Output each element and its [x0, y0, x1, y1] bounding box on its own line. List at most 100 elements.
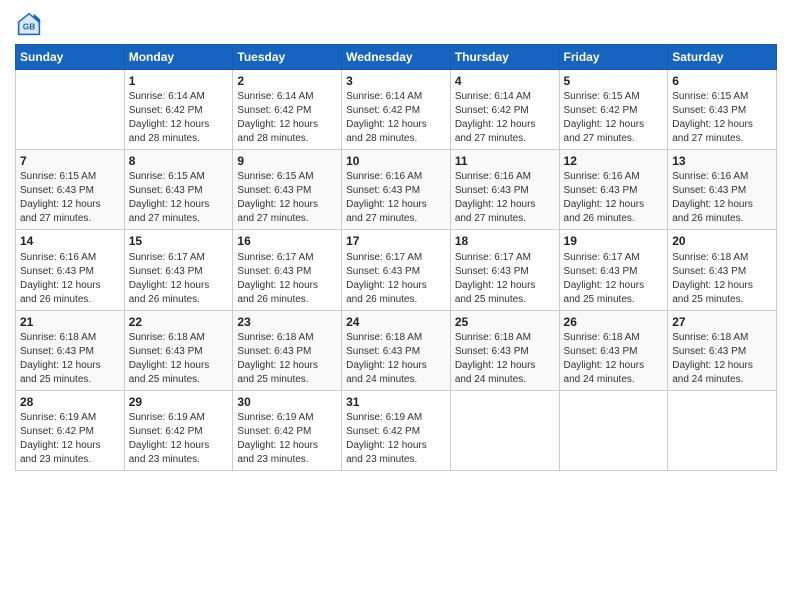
day-info: Sunrise: 6:18 AM Sunset: 6:43 PM Dayligh… — [20, 331, 120, 387]
day-info: Sunrise: 6:18 AM Sunset: 6:43 PM Dayligh… — [564, 331, 664, 387]
calendar-cell: 16 Sunrise: 6:17 AM Sunset: 6:43 PM Dayli… — [233, 230, 342, 310]
calendar-cell: 5Sunrise: 6:15 AM Sunset: 6:42 PM Daylig… — [559, 70, 668, 150]
calendar-cell: 10Sunrise: 6:16 AM Sunset: 6:43 PM Dayli… — [342, 150, 451, 230]
calendar-cell: 1Sunrise: 6:14 AM Sunset: 6:42 PM Daylig… — [124, 70, 233, 150]
calendar-cell: 9Sunrise: 6:15 AM Sunset: 6:43 PM Daylig… — [233, 150, 342, 230]
calendar-body: 1Sunrise: 6:14 AM Sunset: 6:42 PM Daylig… — [16, 70, 777, 471]
day-info: Sunrise: 6:18 AM Sunset: 6:43 PM Dayligh… — [129, 331, 229, 387]
day-info: Sunrise: 6:19 AM Sunset: 6:42 PM Dayligh… — [346, 411, 446, 467]
calendar-cell: 11Sunrise: 6:16 AM Sunset: 6:43 PM Dayli… — [450, 150, 559, 230]
week-row-4: 28Sunrise: 6:19 AM Sunset: 6:42 PM Dayli… — [16, 390, 777, 470]
header-cell-sunday: Sunday — [16, 45, 125, 70]
calendar-cell: 26Sunrise: 6:18 AM Sunset: 6:43 PM Dayli… — [559, 310, 668, 390]
day-number: 26 — [564, 314, 664, 330]
day-info: Sunrise: 6:14 AM Sunset: 6:42 PM Dayligh… — [129, 90, 229, 146]
day-info: Sunrise: 6:16 AM Sunset: 6:43 PM Dayligh… — [672, 170, 772, 226]
day-info: Sunrise: 6:14 AM Sunset: 6:42 PM Dayligh… — [237, 90, 337, 146]
day-number: 3 — [346, 73, 446, 89]
day-info: Sunrise: 6:17 AM Sunset: 6:43 PM Dayligh… — [129, 251, 229, 307]
header-row: SundayMondayTuesdayWednesdayThursdayFrid… — [16, 45, 777, 70]
day-number: 11 — [455, 153, 555, 169]
calendar-cell: 22Sunrise: 6:18 AM Sunset: 6:43 PM Dayli… — [124, 310, 233, 390]
day-number: 2 — [237, 73, 337, 89]
day-number: 8 — [129, 153, 229, 169]
svg-text:GB: GB — [23, 22, 36, 32]
calendar-table: SundayMondayTuesdayWednesdayThursdayFrid… — [15, 44, 777, 471]
day-info: Sunrise: 6:15 AM Sunset: 6:43 PM Dayligh… — [237, 170, 337, 226]
day-number: 7 — [20, 153, 120, 169]
day-info: Sunrise: 6:17 AM Sunset: 6:43 PM Dayligh… — [237, 251, 337, 307]
calendar-cell: 2Sunrise: 6:14 AM Sunset: 6:42 PM Daylig… — [233, 70, 342, 150]
calendar-cell — [559, 390, 668, 470]
header-cell-friday: Friday — [559, 45, 668, 70]
page: GB SundayMondayTuesdayWednesdayThursdayF… — [0, 0, 792, 612]
calendar-cell: 18 Sunrise: 6:17 AM Sunset: 6:43 PM Dayli… — [450, 230, 559, 310]
calendar-cell: 6Sunrise: 6:15 AM Sunset: 6:43 PM Daylig… — [668, 70, 777, 150]
day-info: Sunrise: 6:15 AM Sunset: 6:43 PM Dayligh… — [129, 170, 229, 226]
header-cell-wednesday: Wednesday — [342, 45, 451, 70]
day-info: Sunrise: 6:14 AM Sunset: 6:42 PM Dayligh… — [346, 90, 446, 146]
calendar-cell: 25Sunrise: 6:18 AM Sunset: 6:43 PM Dayli… — [450, 310, 559, 390]
day-info: Sunrise: 6:17 AM Sunset: 6:43 PM Dayligh… — [346, 251, 446, 307]
calendar-cell: 21Sunrise: 6:18 AM Sunset: 6:43 PM Dayli… — [16, 310, 125, 390]
calendar-cell: 19Sunrise: 6:17 AM Sunset: 6:43 PM Dayli… — [559, 230, 668, 310]
day-number: 5 — [564, 73, 664, 89]
calendar-cell — [16, 70, 125, 150]
day-number: 6 — [672, 73, 772, 89]
header-cell-monday: Monday — [124, 45, 233, 70]
day-info: Sunrise: 6:15 AM Sunset: 6:43 PM Dayligh… — [20, 170, 120, 226]
logo: GB — [15, 10, 47, 38]
day-number: 16 — [237, 233, 337, 249]
day-info: Sunrise: 6:19 AM Sunset: 6:42 PM Dayligh… — [237, 411, 337, 467]
day-info: Sunrise: 6:15 AM Sunset: 6:43 PM Dayligh… — [672, 90, 772, 146]
day-info: Sunrise: 6:19 AM Sunset: 6:42 PM Dayligh… — [20, 411, 120, 467]
calendar-cell: 3Sunrise: 6:14 AM Sunset: 6:42 PM Daylig… — [342, 70, 451, 150]
header: GB — [15, 10, 777, 38]
day-info: Sunrise: 6:17 AM Sunset: 6:43 PM Dayligh… — [455, 251, 555, 307]
day-number: 9 — [237, 153, 337, 169]
day-info: Sunrise: 6:15 AM Sunset: 6:42 PM Dayligh… — [564, 90, 664, 146]
calendar-cell: 12Sunrise: 6:16 AM Sunset: 6:43 PM Dayli… — [559, 150, 668, 230]
day-number: 10 — [346, 153, 446, 169]
day-number: 25 — [455, 314, 555, 330]
calendar-cell: 8Sunrise: 6:15 AM Sunset: 6:43 PM Daylig… — [124, 150, 233, 230]
calendar-cell: 27Sunrise: 6:18 AM Sunset: 6:43 PM Dayli… — [668, 310, 777, 390]
day-number: 18 — [455, 233, 555, 249]
calendar-cell: 20Sunrise: 6:18 AM Sunset: 6:43 PM Dayli… — [668, 230, 777, 310]
calendar-cell: 7Sunrise: 6:15 AM Sunset: 6:43 PM Daylig… — [16, 150, 125, 230]
day-info: Sunrise: 6:16 AM Sunset: 6:43 PM Dayligh… — [346, 170, 446, 226]
day-info: Sunrise: 6:14 AM Sunset: 6:42 PM Dayligh… — [455, 90, 555, 146]
day-number: 15 — [129, 233, 229, 249]
day-number: 19 — [564, 233, 664, 249]
day-number: 21 — [20, 314, 120, 330]
week-row-3: 21Sunrise: 6:18 AM Sunset: 6:43 PM Dayli… — [16, 310, 777, 390]
calendar-cell: 15 Sunrise: 6:17 AM Sunset: 6:43 PM Dayli… — [124, 230, 233, 310]
day-number: 31 — [346, 394, 446, 410]
day-number: 30 — [237, 394, 337, 410]
day-info: Sunrise: 6:18 AM Sunset: 6:43 PM Dayligh… — [346, 331, 446, 387]
calendar-cell: 17Sunrise: 6:17 AM Sunset: 6:43 PM Dayli… — [342, 230, 451, 310]
day-info: Sunrise: 6:19 AM Sunset: 6:42 PM Dayligh… — [129, 411, 229, 467]
calendar-cell: 30Sunrise: 6:19 AM Sunset: 6:42 PM Dayli… — [233, 390, 342, 470]
week-row-1: 7Sunrise: 6:15 AM Sunset: 6:43 PM Daylig… — [16, 150, 777, 230]
day-number: 23 — [237, 314, 337, 330]
calendar-cell: 14Sunrise: 6:16 AM Sunset: 6:43 PM Dayli… — [16, 230, 125, 310]
day-number: 27 — [672, 314, 772, 330]
day-number: 22 — [129, 314, 229, 330]
day-number: 24 — [346, 314, 446, 330]
logo-icon: GB — [15, 10, 43, 38]
day-number: 28 — [20, 394, 120, 410]
calendar-cell: 29Sunrise: 6:19 AM Sunset: 6:42 PM Dayli… — [124, 390, 233, 470]
header-cell-tuesday: Tuesday — [233, 45, 342, 70]
calendar-cell — [668, 390, 777, 470]
day-number: 4 — [455, 73, 555, 89]
day-number: 1 — [129, 73, 229, 89]
week-row-0: 1Sunrise: 6:14 AM Sunset: 6:42 PM Daylig… — [16, 70, 777, 150]
calendar-header: SundayMondayTuesdayWednesdayThursdayFrid… — [16, 45, 777, 70]
calendar-cell — [450, 390, 559, 470]
day-info: Sunrise: 6:18 AM Sunset: 6:43 PM Dayligh… — [672, 331, 772, 387]
day-info: Sunrise: 6:16 AM Sunset: 6:43 PM Dayligh… — [455, 170, 555, 226]
day-number: 13 — [672, 153, 772, 169]
calendar-cell: 24Sunrise: 6:18 AM Sunset: 6:43 PM Dayli… — [342, 310, 451, 390]
day-info: Sunrise: 6:18 AM Sunset: 6:43 PM Dayligh… — [455, 331, 555, 387]
